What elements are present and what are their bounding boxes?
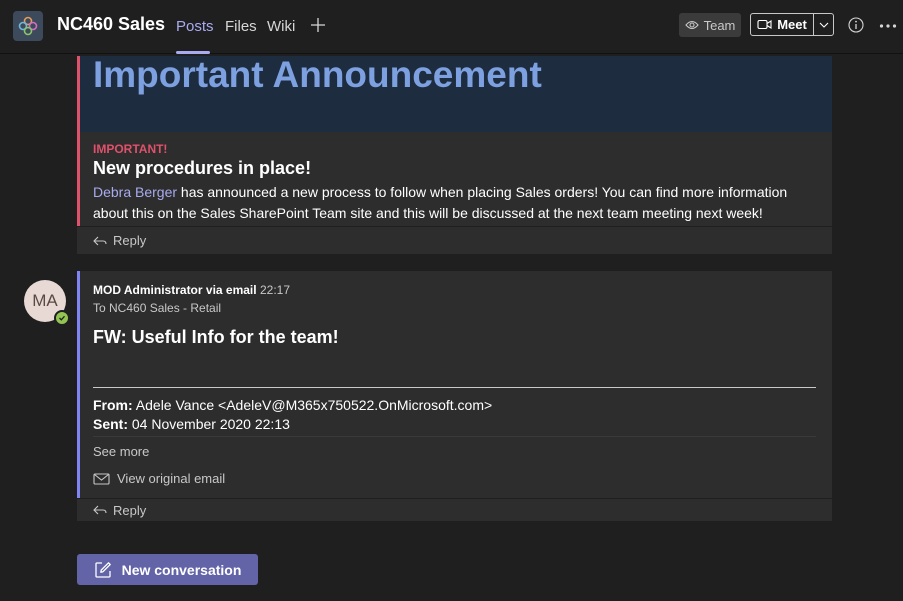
- announcement-banner: Important Announcement: [80, 54, 832, 132]
- email-sent-label: Sent:: [93, 416, 128, 432]
- email-post: MOD Administrator via email 22:17 To NC4…: [77, 271, 832, 521]
- email-sent-line: Sent: 04 November 2020 22:13: [93, 416, 290, 432]
- chevron-down-icon[interactable]: [814, 22, 833, 28]
- info-icon[interactable]: [848, 17, 864, 38]
- post-accent-bar: [77, 271, 80, 498]
- tab-posts[interactable]: Posts: [176, 18, 214, 35]
- tab-wiki[interactable]: Wiki: [267, 18, 295, 35]
- email-from-label: From:: [93, 397, 133, 413]
- reply-button[interactable]: Reply: [77, 498, 832, 521]
- reply-button[interactable]: Reply: [77, 226, 832, 254]
- email-from-line: From: Adele Vance <AdeleV@M365x750522.On…: [93, 397, 492, 413]
- post-timestamp: 22:17: [260, 283, 291, 297]
- post-subject: FW: Useful Info for the team!: [93, 327, 339, 347]
- announcement-banner-title: Important Announcement: [93, 54, 542, 95]
- team-name: NC460 Sales: [57, 14, 166, 34]
- channel-header: NC460 Sales Posts Files Wiki Team Meet: [0, 0, 903, 54]
- meet-button-group: Meet: [750, 13, 834, 36]
- envelope-icon: [93, 472, 110, 485]
- see-more-link[interactable]: See more: [93, 444, 149, 459]
- meet-button[interactable]: Meet: [751, 14, 814, 35]
- mention-link[interactable]: Debra Berger: [93, 184, 177, 200]
- reply-icon: [93, 236, 107, 245]
- email-sent-value: 04 November 2020 22:13: [128, 416, 290, 432]
- view-original-email-label: View original email: [117, 471, 226, 486]
- team-button-label: Team: [703, 17, 736, 33]
- reply-icon: [93, 505, 107, 515]
- presence-available-icon: [54, 310, 70, 326]
- compose-icon: [94, 561, 111, 578]
- post-body-text: has announced a new process to follow wh…: [177, 184, 788, 200]
- team-logo-icon[interactable]: [13, 11, 43, 41]
- team-button[interactable]: Team: [679, 13, 741, 37]
- reply-label: Reply: [113, 233, 147, 248]
- post-recipient: To NC460 Sales - Retail: [93, 301, 222, 315]
- video-camera-icon: [757, 19, 772, 30]
- post-body-text-2: about this on the Sales SharePoint Team …: [93, 205, 763, 221]
- more-options-icon[interactable]: [879, 16, 897, 34]
- email-divider: [93, 387, 816, 388]
- announcement-post: Important Announcement IMPORTANT! New pr…: [77, 54, 832, 254]
- eye-icon: [684, 20, 699, 30]
- importance-label: IMPORTANT!: [93, 142, 168, 156]
- new-conversation-label: New conversation: [121, 561, 242, 578]
- post-subject: New procedures in place!: [93, 158, 312, 178]
- tab-files[interactable]: Files: [225, 18, 257, 35]
- post-sender[interactable]: MOD Administrator via email: [93, 283, 257, 297]
- meet-button-label: Meet: [777, 17, 807, 32]
- new-conversation-button[interactable]: New conversation: [77, 554, 258, 585]
- post-body: Debra Berger has announced a new process…: [93, 182, 803, 224]
- plus-icon[interactable]: [310, 13, 326, 39]
- email-from-value: Adele Vance <AdeleV@M365x750522.OnMicros…: [132, 397, 493, 413]
- divider: [93, 436, 816, 437]
- reply-label: Reply: [113, 502, 147, 518]
- view-original-email-link[interactable]: View original email: [93, 471, 225, 486]
